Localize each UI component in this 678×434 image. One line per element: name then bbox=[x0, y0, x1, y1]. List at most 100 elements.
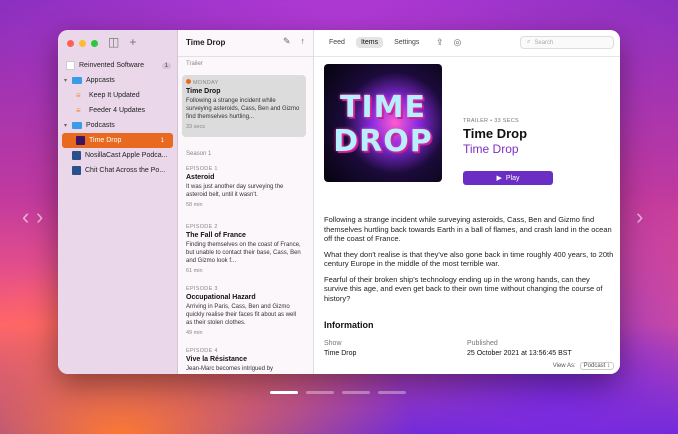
previous-arrow-icon[interactable]: ‹ bbox=[22, 204, 29, 230]
show-value: Time Drop bbox=[324, 350, 357, 357]
list-item[interactable]: EPISODE 2 The Fall of France Finding the… bbox=[182, 219, 306, 279]
episode-title: Time Drop bbox=[186, 88, 221, 95]
detail-pane: Feed Items Settings ⇪ ◎ ⌕ Search TIME DR… bbox=[314, 30, 620, 374]
view-as-select[interactable]: Podcast ↕ bbox=[579, 362, 614, 370]
podcast-name-link[interactable]: Time Drop bbox=[463, 142, 527, 156]
unread-badge: 1 bbox=[161, 62, 171, 69]
sidebar-item-label: Podcasts bbox=[86, 122, 115, 129]
previous-arrow-icon-2[interactable]: › bbox=[36, 204, 43, 230]
list-item[interactable]: EPISODE 1 Asteroid It was just another d… bbox=[182, 161, 306, 213]
page-dot[interactable] bbox=[342, 391, 370, 394]
page-dot[interactable] bbox=[378, 391, 406, 394]
sidebar-item-chit-chat[interactable]: Chit Chat Across the Po... bbox=[58, 163, 177, 178]
sidebar-item-keep-it-updated[interactable]: ≡ Keep It Updated bbox=[58, 88, 177, 103]
sidebar-item-label: Reinvented Software bbox=[79, 62, 144, 69]
share-icon[interactable]: ⇪ bbox=[436, 37, 444, 48]
list-item[interactable]: EPISODE 3 Occupational Hazard Arriving i… bbox=[182, 281, 306, 341]
list-item[interactable]: MONDAY Time Drop Following a strange inc… bbox=[182, 75, 306, 137]
episode-title: Occupational Hazard bbox=[186, 294, 256, 301]
tab-settings[interactable]: Settings bbox=[389, 37, 424, 48]
podcast-artwork-icon bbox=[76, 136, 85, 145]
detail-toolbar: ⇪ ◎ bbox=[436, 37, 461, 48]
section-header-season: Season 1 bbox=[186, 151, 212, 157]
play-icon: ▶ bbox=[496, 175, 502, 182]
published-value: 25 October 2021 at 13:56:45 BST bbox=[467, 350, 572, 357]
account-icon[interactable]: ◎ bbox=[454, 37, 462, 48]
sidebar-item-label: Feeder 4 Updates bbox=[89, 107, 146, 114]
episode-meta: TRAILER • 33 SECS Time Drop Time Drop bbox=[463, 118, 527, 156]
zoom-button[interactable] bbox=[91, 40, 98, 47]
folder-icon bbox=[72, 77, 82, 84]
episode-description: It was just another day surveying the as… bbox=[186, 184, 284, 198]
episode-title: The Fall of France bbox=[186, 232, 246, 239]
search-input[interactable]: ⌕ Search bbox=[520, 36, 614, 49]
list-title: Time Drop bbox=[186, 38, 226, 47]
sort-arrow-icon[interactable]: ↑ bbox=[301, 36, 306, 47]
episode-description: Following a strange incident while surve… bbox=[186, 98, 300, 120]
episode-description: Finding themselves on the coast of Franc… bbox=[186, 242, 301, 264]
episode-duration: 49 min bbox=[186, 330, 203, 336]
information-values: Time Drop 25 October 2021 at 13:56:45 BS… bbox=[324, 350, 614, 357]
sidebar-toolbar: ◫ + bbox=[108, 35, 136, 49]
sidebar-item-nosillacast[interactable]: NosillaCast Apple Podca... bbox=[58, 148, 177, 163]
description-paragraph: What they don't realise is that they've … bbox=[324, 249, 614, 269]
episode-description: Arriving in Paris, Cass, Ben and Gizmo q… bbox=[186, 304, 297, 326]
podcast-artwork-icon bbox=[72, 151, 81, 160]
episode-list-pane: Time Drop ✎ ↑ Trailer MONDAY Time Drop F… bbox=[178, 30, 314, 374]
window-controls bbox=[67, 40, 98, 47]
list-item[interactable]: EPISODE 4 Vive la Résistance Jean-Marc b… bbox=[182, 343, 306, 374]
episode-label: MONDAY bbox=[193, 80, 219, 86]
episode-description: Jean-Marc becomes intrigued by bbox=[186, 366, 274, 372]
sidebar-item-feeder-4-updates[interactable]: ≡ Feeder 4 Updates bbox=[58, 103, 177, 118]
chevron-down-icon[interactable]: ▾ bbox=[64, 122, 70, 129]
play-button[interactable]: ▶ Play bbox=[463, 171, 553, 185]
episode-title: Asteroid bbox=[186, 174, 215, 181]
information-heading: Information bbox=[324, 320, 374, 330]
tab-items[interactable]: Items bbox=[355, 37, 384, 48]
episode-label: EPISODE 4 bbox=[186, 348, 218, 354]
unread-dot-icon bbox=[186, 79, 191, 84]
tab-feed[interactable]: Feed bbox=[324, 37, 350, 48]
page-dot[interactable] bbox=[306, 391, 334, 394]
episode-description: Following a strange incident while surve… bbox=[324, 215, 614, 309]
sidebar-item-label: Appcasts bbox=[86, 77, 115, 84]
artwork-text-line-2: DROP bbox=[333, 124, 433, 159]
next-arrow-icon[interactable]: › bbox=[636, 204, 643, 230]
artwork-text-line-1: TIME bbox=[340, 90, 426, 125]
sidebar-item-appcasts[interactable]: ▾ Appcasts bbox=[58, 73, 177, 88]
view-as-control: View As: Podcast ↕ bbox=[552, 362, 614, 370]
close-button[interactable] bbox=[67, 40, 74, 47]
episode-label: EPISODE 2 bbox=[186, 224, 218, 230]
description-paragraph: Fearful of their broken ship's technolog… bbox=[324, 274, 603, 303]
sidebar-item-podcasts[interactable]: ▾ Podcasts bbox=[58, 118, 177, 133]
minimize-button[interactable] bbox=[79, 40, 86, 47]
rss-icon: ≡ bbox=[76, 105, 81, 115]
divider bbox=[178, 56, 313, 57]
episode-type-duration: TRAILER • 33 SECS bbox=[463, 118, 519, 124]
section-header-trailer: Trailer bbox=[186, 61, 203, 67]
episode-title: Time Drop bbox=[463, 126, 528, 141]
folder-icon bbox=[72, 122, 82, 129]
feed-thumbnail-icon bbox=[66, 61, 75, 70]
sidebar-item-label: NosillaCast Apple Podca... bbox=[85, 152, 168, 159]
episode-label: EPISODE 3 bbox=[186, 286, 218, 292]
sidebar-toggle-icon[interactable]: ◫ bbox=[108, 35, 119, 49]
podcast-artwork: TIME DROP bbox=[324, 64, 442, 182]
view-as-value: Podcast bbox=[583, 363, 606, 369]
sidebar-item-label: Chit Chat Across the Po... bbox=[85, 167, 166, 174]
sidebar-item-reinvented-software[interactable]: Reinvented Software 1 bbox=[58, 58, 177, 73]
search-icon: ⌕ bbox=[527, 39, 531, 45]
page-indicator bbox=[270, 391, 406, 394]
app-window: ◫ + Reinvented Software 1 ▾ Appcasts ≡ K… bbox=[58, 30, 620, 374]
rss-icon: ≡ bbox=[76, 90, 81, 100]
episode-title: Vive la Résistance bbox=[186, 356, 247, 363]
add-icon[interactable]: + bbox=[129, 35, 136, 49]
sidebar-item-time-drop[interactable]: Time Drop 1 bbox=[62, 133, 173, 148]
podcast-artwork-icon bbox=[72, 166, 81, 175]
page-dot[interactable] bbox=[270, 391, 298, 394]
published-label: Published bbox=[467, 340, 498, 347]
chevron-down-icon[interactable]: ▾ bbox=[64, 77, 70, 84]
unread-badge: 1 bbox=[160, 137, 164, 144]
compose-icon[interactable]: ✎ bbox=[283, 36, 291, 47]
search-placeholder: Search bbox=[534, 39, 554, 46]
